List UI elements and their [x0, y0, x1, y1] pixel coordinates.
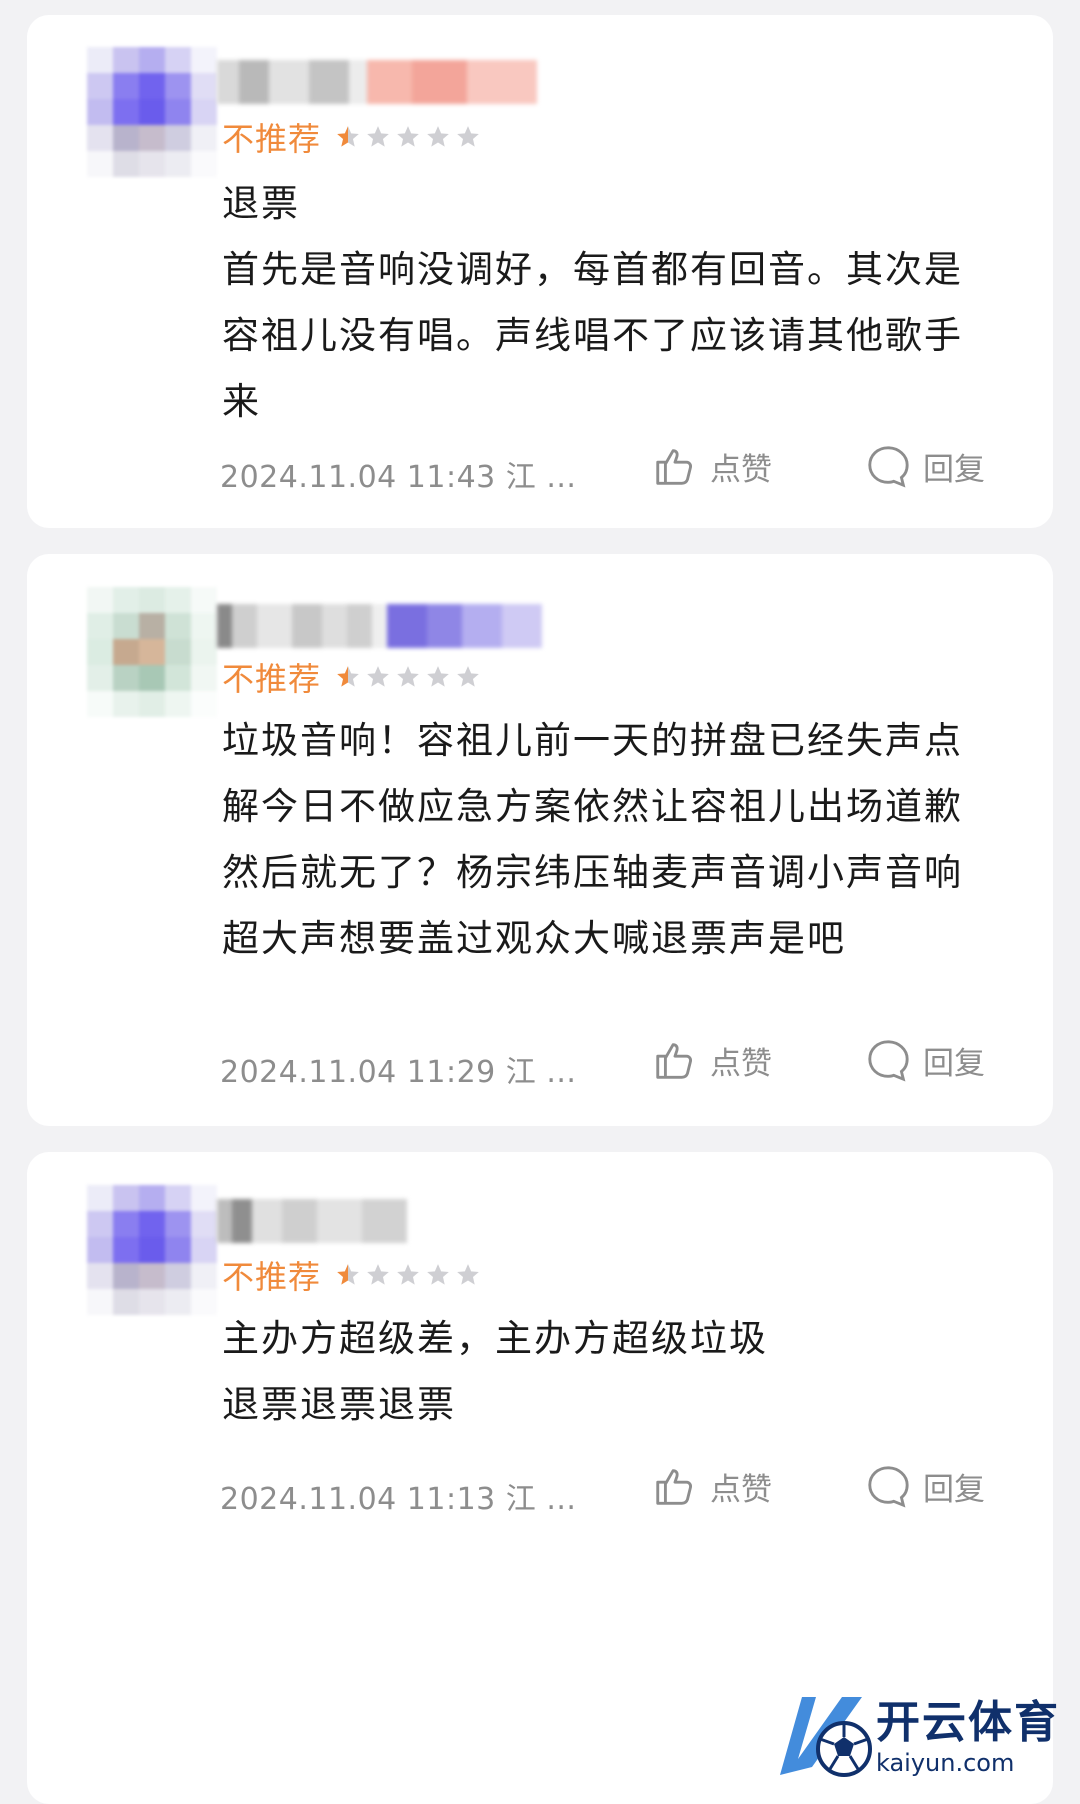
- review-text: 主办方超级差，主办方超级垃圾: [222, 1317, 768, 1360]
- rating: 不推荐: [222, 1253, 481, 1297]
- reply-button[interactable]: 回复: [865, 1463, 985, 1509]
- star-half-icon: [337, 666, 359, 687]
- avatar[interactable]: [87, 47, 217, 177]
- star-empty-icon: [457, 1264, 479, 1285]
- comment-icon: [868, 1466, 909, 1508]
- star-rating: [335, 1262, 481, 1288]
- rating: 不推荐: [222, 655, 481, 699]
- review-text: 首先是音响没调好，每首都有回音。其次是容祖儿没有唱。声线唱不了应该请其他歌手来: [222, 248, 963, 423]
- star-empty-icon: [397, 1264, 419, 1285]
- reply-button[interactable]: 回复: [865, 1037, 985, 1083]
- review-meta: 2024.11.04 11:13 江 ...: [220, 1482, 577, 1517]
- like-label: 点赞: [710, 1045, 772, 1082]
- review-content: 垃圾音响！容祖儿前一天的拼盘已经失声点解今日不做应急方案依然让容祖儿出场道歉然后…: [222, 708, 993, 972]
- rating-label: 不推荐: [222, 660, 322, 698]
- review-card: 不推荐 退票 首先是音响没调好，每首都有回音。其次是容祖儿没有唱。声线唱不了应该…: [27, 15, 1053, 528]
- thumbs-up-icon: [656, 1469, 692, 1505]
- avatar[interactable]: [87, 587, 217, 717]
- soccer-ball-logo-icon: [780, 1697, 872, 1777]
- username-redacted[interactable]: [217, 60, 537, 104]
- review-text: 退票: [222, 182, 300, 225]
- watermark-logo: 开云体育 kaiyun.com: [772, 1682, 1072, 1792]
- like-button[interactable]: 点赞: [652, 1037, 772, 1083]
- star-rating: [335, 124, 481, 150]
- star-empty-icon: [397, 126, 419, 147]
- review-meta: 2024.11.04 11:43 江 ...: [220, 460, 577, 495]
- star-empty-icon: [457, 666, 479, 687]
- review-content: 主办方超级差，主办方超级垃圾 退票退票退票: [222, 1306, 993, 1438]
- review-text: 垃圾音响！容祖儿前一天的拼盘已经失声点解今日不做应急方案依然让容祖儿出场道歉然后…: [222, 719, 963, 960]
- reply-label: 回复: [923, 1471, 985, 1508]
- review-text: 退票退票退票: [222, 1383, 456, 1426]
- star-empty-icon: [397, 666, 419, 687]
- like-label: 点赞: [710, 451, 772, 488]
- like-button[interactable]: 点赞: [652, 1463, 772, 1509]
- username-redacted[interactable]: [217, 1199, 407, 1243]
- comment-icon: [868, 1040, 909, 1082]
- avatar[interactable]: [87, 1185, 217, 1315]
- rating-label: 不推荐: [222, 120, 322, 158]
- star-half-icon: [337, 1264, 359, 1285]
- star-empty-icon: [367, 666, 389, 687]
- thumbs-up-icon: [656, 1043, 692, 1079]
- like-button[interactable]: 点赞: [652, 443, 772, 489]
- rating: 不推荐: [222, 115, 481, 159]
- like-label: 点赞: [710, 1471, 772, 1508]
- star-empty-icon: [367, 126, 389, 147]
- star-empty-icon: [367, 1264, 389, 1285]
- star-empty-icon: [427, 1264, 449, 1285]
- reply-label: 回复: [923, 1045, 985, 1082]
- star-rating: [335, 664, 481, 690]
- username-redacted[interactable]: [217, 604, 547, 648]
- review-card: 不推荐 垃圾音响！容祖儿前一天的拼盘已经失声点解今日不做应急方案依然让容祖儿出场…: [27, 554, 1053, 1126]
- watermark-domain: kaiyun.com: [876, 1749, 1015, 1777]
- star-empty-icon: [427, 666, 449, 687]
- comment-icon: [868, 446, 909, 488]
- star-empty-icon: [427, 126, 449, 147]
- review-content: 退票 首先是音响没调好，每首都有回音。其次是容祖儿没有唱。声线唱不了应该请其他歌…: [222, 171, 993, 435]
- star-half-icon: [337, 126, 359, 147]
- reply-label: 回复: [923, 451, 985, 488]
- watermark-name: 开云体育: [876, 1697, 1060, 1748]
- review-meta: 2024.11.04 11:29 江 ...: [220, 1055, 577, 1090]
- star-empty-icon: [457, 126, 479, 147]
- thumbs-up-icon: [656, 449, 692, 485]
- rating-label: 不推荐: [222, 1258, 322, 1296]
- reply-button[interactable]: 回复: [865, 443, 985, 489]
